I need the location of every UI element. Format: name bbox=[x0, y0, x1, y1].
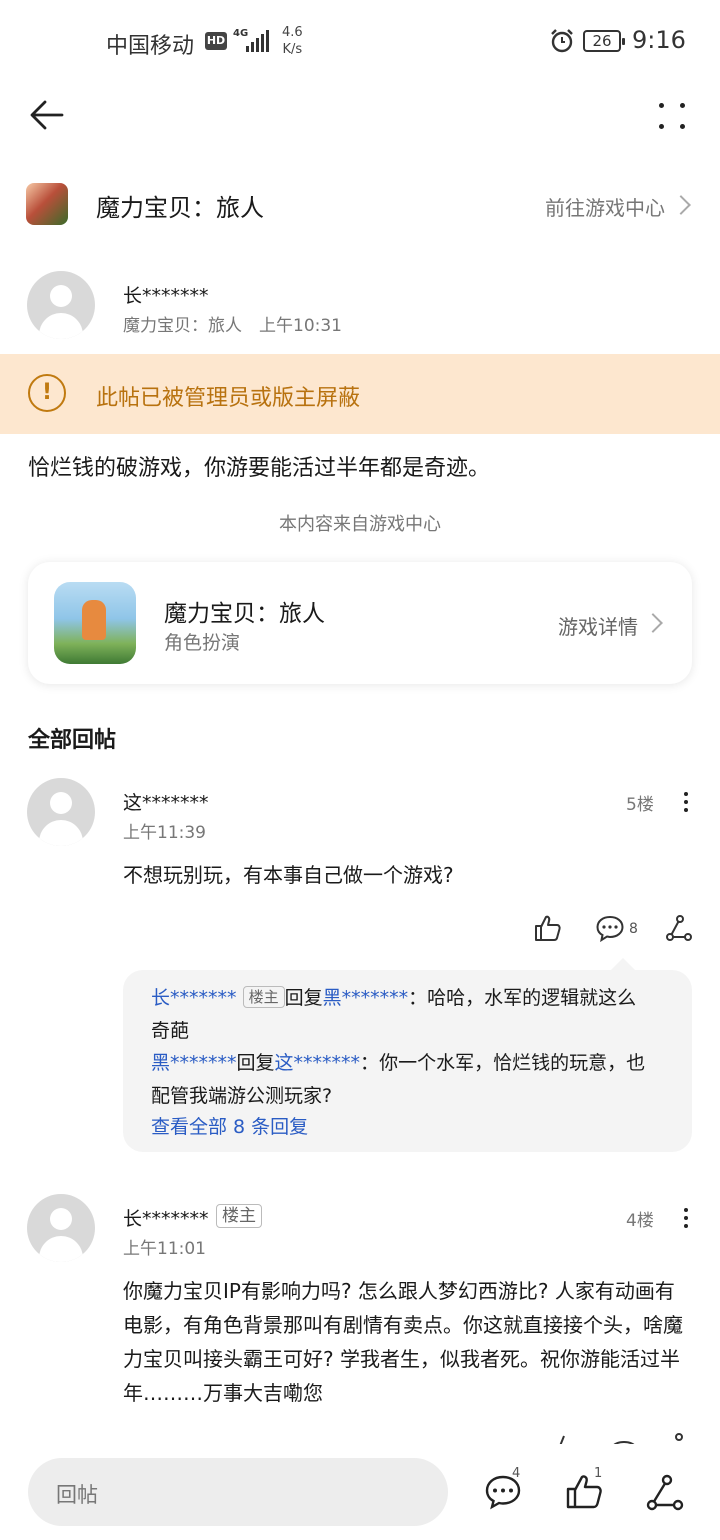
reply-author-name[interactable]: 长******* bbox=[123, 1204, 209, 1231]
post-body: 恰烂钱的破游戏，你游要能活过半年都是奇迹。 bbox=[28, 456, 491, 481]
more-options-button[interactable] bbox=[652, 96, 692, 136]
warning-icon: ! bbox=[28, 374, 66, 412]
reply-text-line: 年………万事大吉嘞您 bbox=[123, 1381, 323, 1405]
reply-author-name[interactable]: 这******* bbox=[123, 788, 209, 815]
all-replies-title: 全部回帖 bbox=[28, 728, 117, 753]
game-icon bbox=[54, 582, 136, 664]
comment-icon[interactable] bbox=[595, 914, 625, 942]
network-speed-unit: K/s bbox=[282, 42, 303, 57]
game-card[interactable]: 魔力宝贝：旅人 角色扮演 游戏详情 bbox=[28, 562, 692, 684]
network-speed: 4.6 K/s bbox=[282, 24, 303, 58]
sub-reply-text: 哈哈，水军的逻辑就这么 bbox=[427, 987, 637, 1009]
sub-reply-author[interactable]: 黑******* bbox=[151, 1052, 237, 1074]
sub-reply-text: 你一个水军，恰烂钱的玩意，也 bbox=[379, 1052, 646, 1074]
sub-reply-target[interactable]: 黑******* bbox=[323, 987, 409, 1009]
comment-count: 4 bbox=[512, 1466, 521, 1481]
game-thumbnail[interactable] bbox=[26, 183, 68, 225]
post-meta: 魔力宝贝：旅人 上午10:31 bbox=[123, 316, 342, 336]
reply-actions-partial bbox=[0, 1430, 720, 1444]
floor-number: 5楼 bbox=[626, 795, 654, 815]
sub-reply-author[interactable]: 长******* bbox=[151, 987, 237, 1009]
blocked-notice-text: 此帖已被管理员或版主屏蔽 bbox=[96, 386, 361, 411]
owner-badge: 楼主 bbox=[242, 986, 285, 1008]
share-icon[interactable] bbox=[665, 914, 693, 942]
status-bar: 中国移动 HD 4G 4.6 K/s 26 9:16 bbox=[0, 0, 720, 84]
reply-input[interactable]: 回帖 bbox=[28, 1458, 448, 1526]
like-count: 1 bbox=[594, 1466, 603, 1481]
like-icon bbox=[559, 1435, 565, 1444]
post-author-name[interactable]: 长******* bbox=[123, 281, 209, 308]
comment-icon bbox=[613, 1441, 635, 1444]
back-button[interactable] bbox=[26, 94, 68, 136]
avatar[interactable] bbox=[27, 271, 95, 339]
goto-game-center-link[interactable]: 前往游戏中心 bbox=[545, 192, 665, 221]
network-speed-value: 4.6 bbox=[282, 25, 303, 40]
reply-text-line: 力宝贝叫接头霸王可好? 学我者生，似我者死。祝你游能活过半 bbox=[123, 1347, 680, 1371]
blocked-notice-banner: ! 此帖已被管理员或版主屏蔽 bbox=[0, 354, 720, 434]
reply-verb: 回复 bbox=[236, 1052, 275, 1074]
sub-reply[interactable]: 黑*******回复这*******：你一个水军，恰烂钱的玩意，也 配管我端游公… bbox=[151, 1047, 671, 1113]
hd-badge: HD bbox=[205, 32, 227, 50]
reply-verb: 回复 bbox=[284, 987, 323, 1009]
reply-time: 上午11:01 bbox=[123, 1239, 206, 1259]
signal-icon bbox=[246, 30, 272, 52]
reply-more-button[interactable] bbox=[681, 1205, 691, 1231]
sub-replies-box: 长******* 楼主 回复黑*******：哈哈，水军的逻辑就这么 奇葩 黑**… bbox=[123, 958, 692, 1152]
carrier-label: 中国移动 bbox=[106, 34, 195, 59]
battery-indicator: 26 bbox=[583, 30, 625, 52]
reply-time: 上午11:39 bbox=[123, 823, 206, 843]
sub-reply-text: 奇葩 bbox=[151, 1020, 190, 1042]
avatar[interactable] bbox=[27, 778, 95, 846]
bottom-bar: 回帖 4 1 bbox=[0, 1444, 720, 1540]
sub-reply-colon: ： bbox=[408, 987, 428, 1009]
chevron-right-icon bbox=[643, 613, 663, 633]
reply-more-button[interactable] bbox=[681, 789, 691, 815]
owner-badge: 楼主 bbox=[216, 1204, 262, 1228]
game-card-genre: 角色扮演 bbox=[164, 632, 241, 654]
alarm-icon bbox=[551, 29, 573, 53]
share-icon[interactable] bbox=[646, 1474, 684, 1512]
game-title: 魔力宝贝：旅人 bbox=[96, 194, 264, 222]
share-icon bbox=[675, 1433, 683, 1441]
view-all-replies-link[interactable]: 查看全部 8 条回复 bbox=[151, 1112, 308, 1139]
chevron-right-icon bbox=[671, 195, 691, 215]
sub-reply-colon: ： bbox=[360, 1052, 380, 1074]
game-details-link[interactable]: 游戏详情 bbox=[558, 611, 638, 640]
sub-reply-target[interactable]: 这******* bbox=[275, 1052, 361, 1074]
reply-text: 不想玩别玩，有本事自己做一个游戏? bbox=[123, 863, 454, 887]
game-card-title: 魔力宝贝：旅人 bbox=[164, 601, 325, 627]
sub-reply-text: 配管我端游公测玩家? bbox=[151, 1085, 333, 1107]
like-icon[interactable] bbox=[533, 914, 563, 942]
reply-text: 你魔力宝贝IP有影响力吗? 怎么跟人梦幻西游比? 人家有动画有 电影，有角色背景… bbox=[123, 1274, 693, 1410]
source-note: 本内容来自游戏中心 bbox=[279, 514, 441, 535]
avatar[interactable] bbox=[27, 1194, 95, 1262]
reply-text-line: 电影，有角色背景那叫有剧情有卖点。你这就直接接个头，啥魔 bbox=[123, 1313, 683, 1337]
reply-input-placeholder: 回帖 bbox=[56, 1483, 98, 1507]
status-clock: 9:16 bbox=[632, 26, 686, 54]
sub-reply[interactable]: 长******* 楼主 回复黑*******：哈哈，水军的逻辑就这么 奇葩 bbox=[151, 982, 671, 1048]
floor-number: 4楼 bbox=[626, 1211, 654, 1231]
comment-count: 8 bbox=[629, 921, 638, 937]
reply-text-line: 你魔力宝贝IP有影响力吗? 怎么跟人梦幻西游比? 人家有动画有 bbox=[123, 1279, 675, 1303]
